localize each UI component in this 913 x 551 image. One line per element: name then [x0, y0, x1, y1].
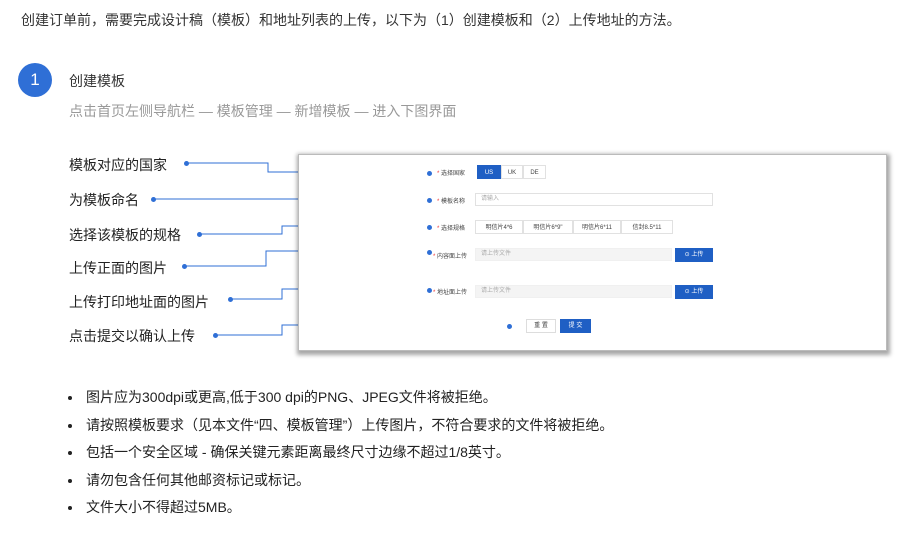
annotation-dot — [197, 232, 202, 237]
template-name-input[interactable]: 请输入 — [475, 193, 713, 206]
country-option-us[interactable]: US — [477, 165, 501, 179]
list-item: 图片应为300dpi或更高,低于300 dpi的PNG、JPEG文件将被拒绝。 — [66, 384, 613, 412]
target-dot — [427, 250, 432, 255]
annotation-submit: 点击提交以确认上传 — [69, 328, 195, 344]
template-form-screenshot: * 选择国家 US UK DE * 模板名称 请输入 * 选择规格 明信片4*6… — [298, 154, 887, 351]
spec-option-4x6[interactable]: 明信片4*6 — [475, 220, 523, 234]
address-upload-label: * 地址面上传 — [433, 290, 468, 296]
list-item: 请按照模板要求（见本文件“四、模板管理”）上传图片，不符合要求的文件将被拒绝。 — [66, 412, 613, 440]
annotation-dot — [184, 161, 189, 166]
submit-button[interactable]: 提 交 — [560, 319, 591, 333]
spec-label: * 选择规格 — [437, 226, 466, 232]
target-dot — [427, 288, 432, 293]
annotation-country: 模板对应的国家 — [69, 157, 167, 173]
front-upload-field[interactable]: 请上传文件 — [475, 248, 672, 261]
spec-option-6x9[interactable]: 明信片6*9" — [523, 220, 573, 234]
annotation-dot — [228, 297, 233, 302]
country-label: * 选择国家 — [437, 171, 466, 177]
bullet — [68, 506, 72, 510]
bullet — [68, 423, 72, 428]
front-upload-label: * 内容面上传 — [433, 254, 468, 260]
spec-option-6x11[interactable]: 明信片6*11 — [573, 220, 621, 234]
upload-icon: ⊙ — [684, 289, 690, 295]
target-dot — [427, 198, 432, 203]
template-name-label: * 模板名称 — [437, 199, 466, 205]
annotation-spec: 选择该模板的规格 — [69, 227, 181, 243]
upload-rules-list: 图片应为300dpi或更高,低于300 dpi的PNG、JPEG文件将被拒绝。 … — [66, 384, 613, 522]
list-item: 包括一个安全区域 - 确保关键元素距离最终尺寸边缘不超过1/8英寸。 — [66, 439, 613, 467]
reset-button[interactable]: 重 置 — [526, 319, 556, 333]
annotation-dot — [213, 333, 218, 338]
country-option-de[interactable]: DE — [523, 165, 546, 179]
front-upload-button[interactable]: ⊙ 上传 — [675, 248, 713, 262]
target-dot — [507, 324, 512, 329]
annotation-name: 为模板命名 — [69, 192, 139, 208]
annotation-front: 上传正面的图片 — [69, 260, 167, 276]
address-upload-button[interactable]: ⊙ 上传 — [675, 285, 713, 299]
spec-option-envelope[interactable]: 信封8.5*11 — [621, 220, 673, 234]
country-option-uk[interactable]: UK — [501, 165, 523, 179]
list-item: 文件大小不得超过5MB。 — [66, 494, 613, 522]
bullet — [68, 396, 72, 400]
bullet — [68, 451, 72, 455]
annotation-address: 上传打印地址面的图片 — [69, 294, 209, 310]
upload-icon: ⊙ — [684, 252, 690, 258]
annotation-dot — [182, 264, 187, 269]
annotation-dot — [151, 197, 156, 202]
target-dot — [427, 171, 432, 176]
target-dot — [427, 225, 432, 230]
address-upload-field[interactable]: 请上传文件 — [475, 285, 672, 298]
bullet — [68, 478, 72, 483]
list-item: 请勿包含任何其他邮资标记或标记。 — [66, 467, 613, 495]
